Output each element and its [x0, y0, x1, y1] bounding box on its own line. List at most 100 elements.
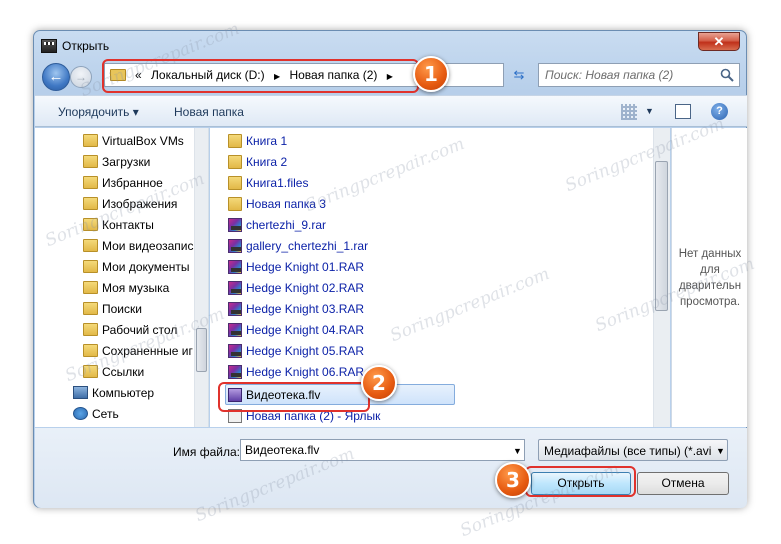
filetype-select[interactable]: Медиафайлы (все типы) (*.avi ▼ — [538, 439, 728, 461]
nav-item[interactable]: Изображения — [35, 194, 195, 215]
chevron-down-icon[interactable]: ▼ — [513, 446, 522, 456]
file-item[interactable]: Hedge Knight 03.RAR — [226, 299, 526, 320]
nav-scrollbar[interactable] — [194, 128, 208, 427]
filename-value: Видеотека.flv — [245, 443, 320, 457]
file-item[interactable]: gallery_chertezhi_1.rar — [226, 236, 526, 257]
folder-icon — [83, 302, 98, 315]
new-folder-button[interactable]: Новая папка — [174, 105, 244, 119]
cancel-button[interactable]: Отмена — [637, 472, 729, 495]
file-item-label: Hedge Knight 03.RAR — [246, 302, 365, 316]
nav-scrollbar-thumb[interactable] — [196, 328, 207, 372]
forward-button[interactable]: → — [70, 66, 92, 88]
help-icon[interactable]: ? — [711, 103, 728, 120]
rar-icon — [228, 260, 242, 274]
breadcrumb-item-folder[interactable]: Новая папка (2) — [289, 68, 377, 82]
filename-label: Имя файла: — [173, 445, 240, 459]
back-button[interactable]: ← — [42, 63, 70, 91]
close-button[interactable]: ✕ — [698, 32, 740, 51]
file-item-label: Книга1.files — [246, 176, 309, 190]
file-item[interactable]: Книга 2 — [226, 152, 526, 173]
file-item[interactable]: Новая папка (2) - Ярлык — [226, 406, 526, 427]
file-item[interactable]: Hedge Knight 02.RAR — [226, 278, 526, 299]
open-file-dialog: Открыть ✕ ← → « Локальный диск (D:) ▶ Но… — [33, 30, 747, 508]
folder-icon — [83, 323, 98, 336]
file-item-label: chertezhi_9.rar — [246, 218, 327, 232]
file-item-label: Hedge Knight 02.RAR — [246, 281, 365, 295]
file-item[interactable]: Книга1.files — [226, 173, 526, 194]
nav-item-label: Моя музыка — [102, 281, 170, 295]
organize-button[interactable]: Упорядочить ▾ — [58, 105, 139, 119]
breadcrumb-separator[interactable]: ▶ — [274, 72, 280, 81]
nav-item-label: Изображения — [102, 197, 178, 211]
nav-item[interactable]: Рабочий стол — [35, 320, 195, 341]
file-item[interactable]: Новая папка 3 — [226, 194, 526, 215]
nav-item-label: Рабочий стол — [102, 323, 178, 337]
folder-icon — [83, 155, 98, 168]
folder-icon — [83, 281, 98, 294]
nav-item[interactable]: Моя музыка — [35, 278, 195, 299]
arrow-left-icon: ← — [48, 68, 64, 85]
search-placeholder: Поиск: Новая папка (2) — [545, 68, 674, 82]
file-item-label: Книга 2 — [246, 155, 288, 169]
search-input[interactable]: Поиск: Новая папка (2) — [538, 63, 740, 87]
file-item[interactable]: Hedge Knight 04.RAR — [226, 320, 526, 341]
rar-icon — [228, 218, 242, 232]
rar-icon — [228, 323, 242, 337]
nav-item-computer[interactable]: Компьютер — [35, 383, 195, 404]
computer-icon — [73, 386, 88, 399]
title-bar[interactable]: Открыть ✕ — [34, 31, 746, 59]
window-title: Открыть — [62, 39, 110, 53]
nav-item[interactable]: Поиски — [35, 299, 195, 320]
callout-badge-3: 3 — [495, 462, 531, 498]
nav-item[interactable]: Сохраненные иг — [35, 341, 195, 362]
file-item-label: Книга 1 — [246, 134, 288, 148]
file-item-selected[interactable]: Видеотека.flv — [225, 384, 455, 405]
navigation-pane: VirtualBox VMs Загрузки Избранное Изобра… — [35, 128, 209, 427]
file-item[interactable]: Hedge Knight 05.RAR — [226, 341, 526, 362]
nav-item-label: Ссылки — [102, 365, 145, 379]
folder-icon — [83, 365, 98, 378]
file-item-label: Новая папка (2) - Ярлык — [246, 409, 381, 423]
nav-item-label: Компьютер — [92, 386, 155, 400]
rar-icon — [228, 344, 242, 358]
nav-item[interactable]: Мои видеозапис — [35, 236, 195, 257]
nav-item[interactable]: Избранное — [35, 173, 195, 194]
file-item[interactable]: Книга 1 — [226, 131, 526, 152]
breadcrumb-item-disk[interactable]: Локальный диск (D:) — [151, 68, 265, 82]
nav-item-label: Поиски — [102, 302, 142, 316]
folder-icon — [228, 176, 242, 190]
open-button[interactable]: Открыть — [531, 472, 631, 495]
nav-item[interactable]: Загрузки — [35, 152, 195, 173]
preview-pane-icon[interactable] — [675, 104, 691, 119]
dialog-footer: Имя файла: Видеотека.flv ▼ Медиафайлы (в… — [35, 428, 747, 508]
breadcrumb-overflow[interactable]: « — [135, 68, 142, 82]
rar-icon — [228, 365, 242, 379]
nav-item-network[interactable]: Сеть — [35, 404, 195, 425]
nav-item[interactable]: Ссылки — [35, 362, 195, 383]
folder-icon — [83, 134, 98, 147]
refresh-icon[interactable]: ⇆ — [510, 67, 528, 83]
folder-icon — [228, 155, 242, 169]
folder-icon — [228, 197, 242, 211]
file-item-label: Hedge Knight 01.RAR — [246, 260, 365, 274]
views-icon[interactable] — [621, 104, 637, 120]
file-item[interactable]: chertezhi_9.rar — [226, 215, 526, 236]
folder-icon — [228, 134, 242, 148]
nav-item-label: Загрузки — [102, 155, 151, 169]
folder-icon — [83, 176, 98, 189]
nav-item[interactable]: Контакты — [35, 215, 195, 236]
network-icon — [73, 407, 88, 420]
file-list-scrollbar-thumb[interactable] — [655, 161, 668, 311]
filename-input[interactable]: Видеотека.flv ▼ — [240, 439, 525, 461]
nav-item[interactable]: VirtualBox VMs — [35, 131, 195, 152]
folder-icon — [83, 344, 98, 357]
chevron-down-icon[interactable]: ▼ — [716, 446, 725, 456]
chevron-down-icon[interactable]: ▼ — [645, 106, 654, 116]
shortcut-icon — [228, 409, 242, 423]
file-item-label: Видеотека.flv — [246, 388, 321, 402]
search-icon[interactable] — [720, 68, 734, 82]
file-item[interactable]: Hedge Knight 01.RAR — [226, 257, 526, 278]
arrow-right-icon: → — [75, 70, 87, 84]
breadcrumb-separator[interactable]: ▶ — [387, 72, 393, 81]
nav-item[interactable]: Мои документы — [35, 257, 195, 278]
